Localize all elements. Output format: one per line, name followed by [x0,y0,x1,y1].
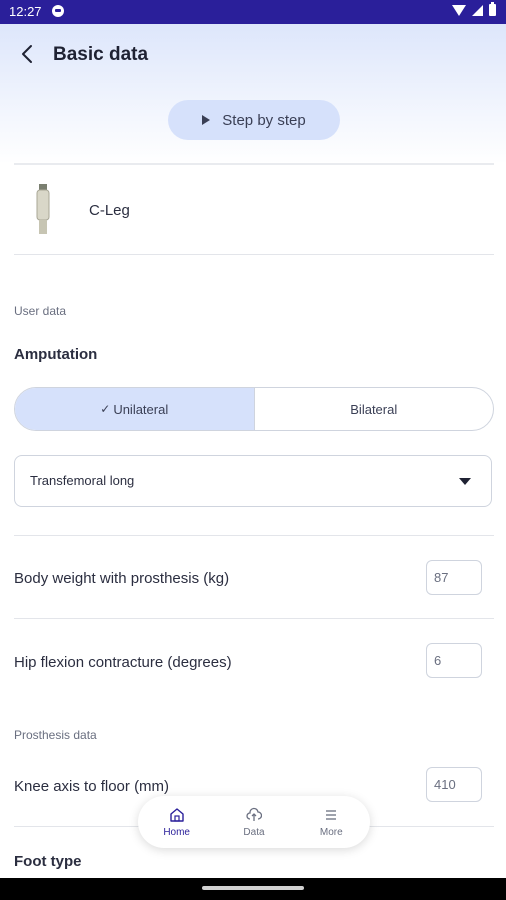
foot-type-title: Foot type [14,853,82,870]
divider [14,254,494,255]
hip-flexion-label: Hip flexion contracture (degrees) [14,654,232,671]
back-arrow-icon[interactable] [18,42,38,66]
product-row[interactable]: C-Leg [14,166,494,254]
section-label-prosthesis-data: Prosthesis data [14,728,97,742]
divider [14,618,494,619]
divider [14,163,494,165]
home-gesture-handle[interactable] [202,886,304,890]
dropdown-arrow-icon [459,478,471,485]
segment-unilateral[interactable]: ✓ Unilateral [15,388,255,430]
body-weight-label: Body weight with prosthesis (kg) [14,570,230,587]
hip-flexion-input[interactable]: 6 [426,643,482,678]
app-bar: Basic data [0,24,506,84]
status-time: 12:27 [9,4,42,19]
status-bar: 12:27 [0,0,506,24]
segment-unilateral-label: Unilateral [113,401,169,417]
step-by-step-label: Step by step [222,111,306,129]
knee-axis-label: Knee axis to floor (mm) [14,778,170,795]
amputation-level-value: Transfemoral long [30,473,135,488]
segment-bilateral-label: Bilateral [350,401,398,417]
segment-bilateral[interactable]: Bilateral [255,388,494,430]
nav-item-data[interactable]: Data [224,807,284,838]
check-icon: ✓ [100,402,111,416]
cloud-upload-icon [246,807,262,821]
home-icon [169,807,184,822]
knee-axis-input[interactable]: 410 [426,767,482,802]
nav-data-label: Data [243,826,265,838]
system-navigation-bar [0,878,506,900]
divider [14,535,494,536]
nav-item-home[interactable]: Home [147,807,207,838]
amputation-level-dropdown[interactable]: Transfemoral long [14,455,492,507]
amputation-segmented-control: ✓ Unilateral Bilateral [14,387,494,431]
list-icon [326,809,337,820]
wifi-icon [452,4,466,16]
section-label-user-data: User data [14,304,67,318]
signal-icon [472,4,483,16]
notification-icon [52,5,64,17]
product-name: C-Leg [89,202,130,219]
step-by-step-button[interactable]: Step by step [168,100,340,140]
bottom-navigation: Home Data More [138,796,370,848]
page-title: Basic data [53,44,149,65]
nav-more-label: More [319,826,343,838]
play-icon [202,115,211,125]
amputation-title: Amputation [14,346,98,363]
battery-icon [489,2,496,16]
status-icons [452,2,496,16]
nav-home-label: Home [163,826,190,838]
nav-item-more[interactable]: More [301,807,361,838]
prosthesis-image [36,184,50,234]
body-weight-input[interactable]: 87 [426,560,482,595]
